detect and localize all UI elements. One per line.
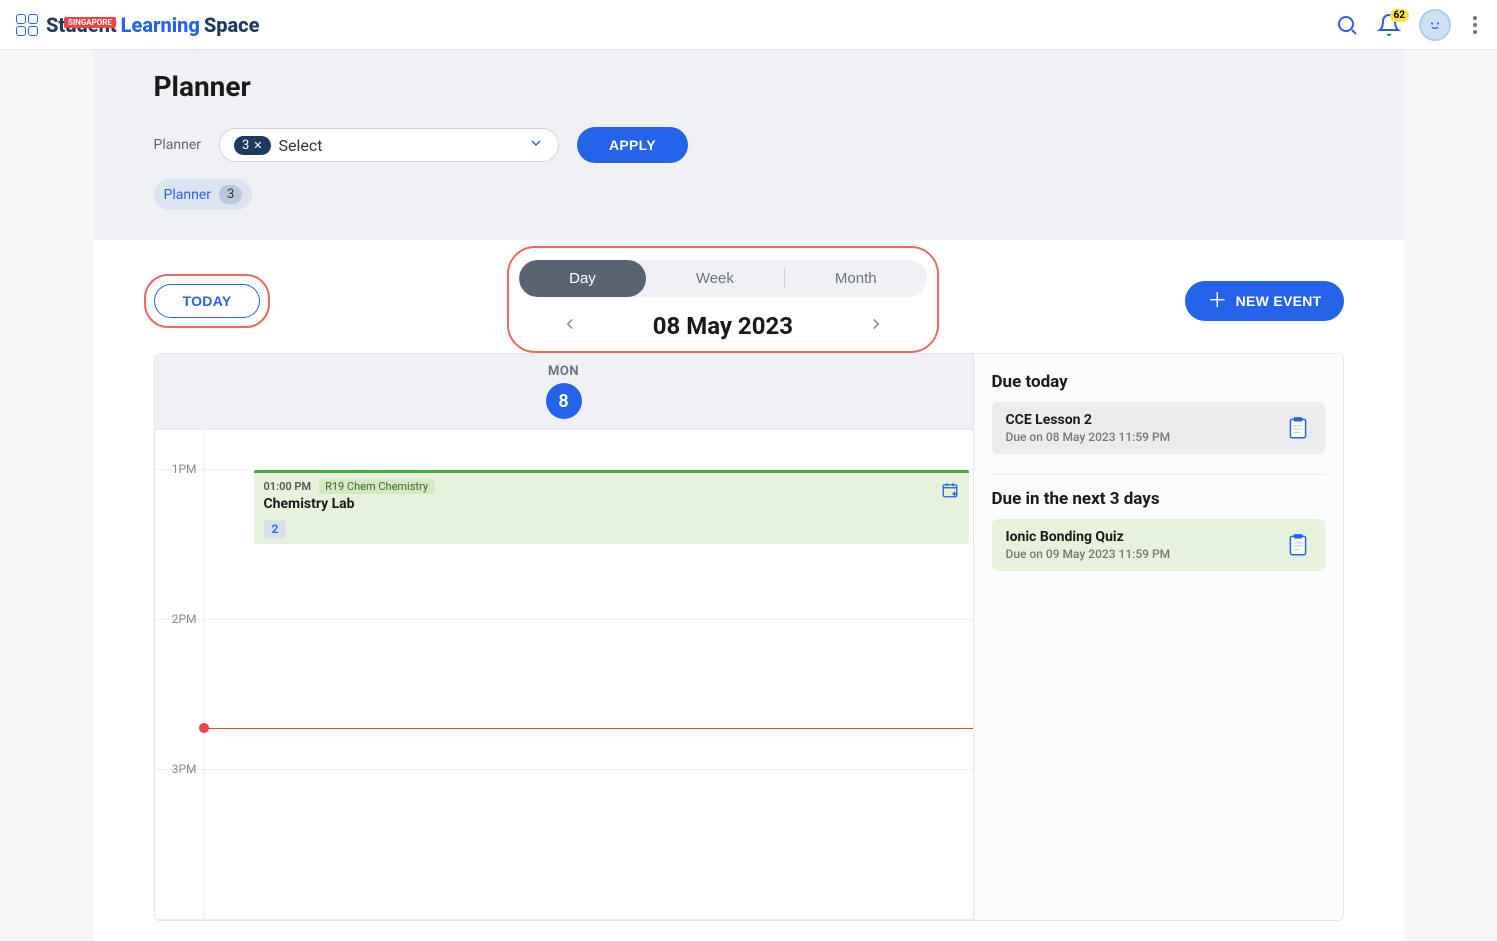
logo[interactable]: SINGAPORE Student Learning Space bbox=[16, 13, 259, 37]
hour-label: 3PM bbox=[155, 762, 203, 911]
select-count-chip[interactable]: 3 ✕ bbox=[234, 136, 271, 155]
due-item[interactable]: CCE Lesson 2 Due on 08 May 2023 11:59 PM bbox=[992, 402, 1325, 454]
notification-count: 62 bbox=[1390, 9, 1409, 22]
day-of-month: 8 bbox=[546, 383, 582, 419]
active-filter-row: Planner 3 bbox=[154, 179, 1344, 210]
plus-icon: ＋ bbox=[1207, 291, 1227, 311]
country-badge: SINGAPORE bbox=[64, 17, 116, 28]
due-panel: Due today CCE Lesson 2 Due on 08 May 202… bbox=[973, 354, 1343, 920]
page-body: Planner Planner 3 ✕ Select APPLY Planner bbox=[94, 50, 1404, 941]
day-of-week: MON bbox=[165, 364, 963, 379]
page-title: Planner bbox=[154, 70, 1344, 103]
view-day-tab[interactable]: Day bbox=[519, 260, 646, 297]
calendar-body: MON 8 1PM bbox=[154, 353, 1344, 921]
filter-row: Planner 3 ✕ Select APPLY bbox=[154, 127, 1344, 163]
event-title: Chemistry Lab bbox=[264, 496, 959, 512]
clear-selection-icon[interactable]: ✕ bbox=[253, 139, 262, 152]
date-nav: 08 May 2023 bbox=[557, 311, 889, 341]
calendar-add-icon[interactable] bbox=[941, 481, 959, 503]
calendar-controls: TODAY Day Week Month 08 May 2023 bbox=[154, 260, 1344, 341]
now-indicator bbox=[203, 728, 973, 729]
app-header: SINGAPORE Student Learning Space 62 bbox=[0, 0, 1497, 50]
calendar-main: MON 8 1PM bbox=[155, 354, 973, 920]
notifications-icon[interactable]: 62 bbox=[1377, 13, 1401, 37]
chevron-down-icon bbox=[528, 135, 544, 155]
assignment-icon bbox=[1285, 415, 1311, 441]
assignment-icon bbox=[1285, 532, 1311, 558]
calendar-section: TODAY Day Week Month 08 May 2023 bbox=[94, 240, 1404, 941]
time-grid[interactable]: 1PM 01:00 PM R19 Chem Chemistry C bbox=[155, 430, 973, 920]
view-month-tab[interactable]: Month bbox=[785, 260, 927, 297]
prev-day-icon[interactable] bbox=[557, 311, 583, 341]
logo-icon bbox=[16, 14, 38, 36]
divider bbox=[992, 474, 1325, 475]
view-week-tab[interactable]: Week bbox=[646, 260, 784, 297]
now-indicator-dot bbox=[199, 723, 209, 733]
next-day-icon[interactable] bbox=[863, 311, 889, 341]
today-button[interactable]: TODAY bbox=[154, 284, 261, 318]
event-tag: R19 Chem Chemistry bbox=[319, 479, 434, 494]
due-item-meta: Due on 08 May 2023 11:59 PM bbox=[1006, 430, 1171, 444]
event-count-badge: 2 bbox=[264, 520, 287, 538]
event-time: 01:00 PM bbox=[264, 480, 312, 493]
current-date: 08 May 2023 bbox=[623, 312, 823, 340]
hour-label: 2PM bbox=[155, 612, 203, 761]
filter-section: Planner Planner 3 ✕ Select APPLY Planner bbox=[94, 50, 1404, 240]
new-event-button[interactable]: ＋ NEW EVENT bbox=[1185, 281, 1343, 321]
header-actions: 62 bbox=[1335, 9, 1481, 41]
apply-button[interactable]: APPLY bbox=[577, 127, 688, 163]
search-icon[interactable] bbox=[1335, 13, 1359, 37]
due-item-title: Ionic Bonding Quiz bbox=[1006, 529, 1171, 545]
hour-label: 1PM bbox=[155, 462, 203, 611]
due-item[interactable]: Ionic Bonding Quiz Due on 09 May 2023 11… bbox=[992, 519, 1325, 571]
event-block[interactable]: 01:00 PM R19 Chem Chemistry Chemistry La… bbox=[254, 470, 969, 544]
kebab-menu-icon[interactable] bbox=[1469, 12, 1481, 38]
avatar[interactable] bbox=[1419, 9, 1451, 41]
planner-filter-chip[interactable]: Planner 3 bbox=[154, 179, 253, 210]
due-next-heading: Due in the next 3 days bbox=[992, 489, 1325, 509]
due-today-heading: Due today bbox=[992, 372, 1325, 392]
planner-select[interactable]: 3 ✕ Select bbox=[219, 128, 559, 162]
due-item-title: CCE Lesson 2 bbox=[1006, 412, 1171, 428]
due-item-meta: Due on 09 May 2023 11:59 PM bbox=[1006, 547, 1171, 561]
day-header: MON 8 bbox=[155, 354, 973, 430]
view-toggle: Day Week Month bbox=[519, 260, 926, 297]
filter-label: Planner bbox=[154, 137, 201, 153]
